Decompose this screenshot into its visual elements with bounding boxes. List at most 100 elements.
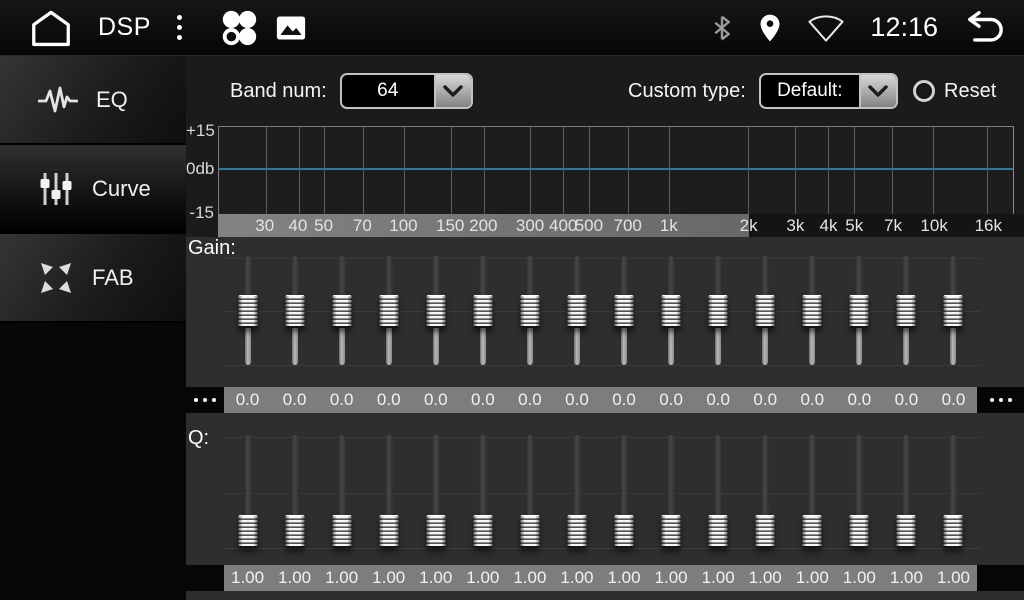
slider-thumb[interactable] <box>615 515 634 548</box>
gain-slider[interactable] <box>836 258 883 365</box>
waveform-icon <box>38 84 78 116</box>
q-slider[interactable] <box>553 437 600 548</box>
y-axis-label: +15 <box>186 121 214 141</box>
freq-tick-label: 150 <box>436 214 464 237</box>
freq-tick-label: 30 <box>255 214 274 237</box>
gain-slider[interactable] <box>412 258 459 365</box>
q-slider[interactable] <box>789 437 836 548</box>
gain-slider[interactable] <box>318 258 365 365</box>
gain-slider[interactable] <box>695 258 742 365</box>
slider-thumb[interactable] <box>332 515 351 548</box>
slider-thumb[interactable] <box>944 295 963 328</box>
slider-thumb[interactable] <box>615 295 634 328</box>
slider-thumb[interactable] <box>426 295 445 328</box>
q-slider[interactable] <box>930 437 977 548</box>
slider-thumb[interactable] <box>238 515 257 548</box>
more-ellipsis-icon[interactable] <box>977 387 1024 413</box>
y-axis-label: 0db <box>186 159 214 179</box>
q-value-cell: 1.00 <box>742 565 789 591</box>
slider-thumb[interactable] <box>238 295 257 328</box>
q-slider[interactable] <box>883 437 930 548</box>
band-num-dropdown[interactable]: 64 <box>340 73 473 109</box>
q-value-cell: 1.00 <box>836 565 883 591</box>
slider-thumb[interactable] <box>379 295 398 328</box>
back-return-icon[interactable] <box>962 11 1008 45</box>
slider-thumb[interactable] <box>473 515 492 548</box>
slider-thumb[interactable] <box>379 515 398 548</box>
q-slider[interactable] <box>648 437 695 548</box>
sidebar-item-fab[interactable]: FAB <box>0 234 186 323</box>
slider-thumb[interactable] <box>803 295 822 328</box>
sidebar-item-eq[interactable]: EQ <box>0 56 186 145</box>
q-slider[interactable] <box>601 437 648 548</box>
q-value-strip: 1.001.001.001.001.001.001.001.001.001.00… <box>186 565 1024 591</box>
chevron-down-icon[interactable] <box>859 75 896 107</box>
gain-slider[interactable] <box>789 258 836 365</box>
gain-slider[interactable] <box>742 258 789 365</box>
q-slider[interactable] <box>224 437 271 548</box>
status-bar: DSP <box>0 0 1024 56</box>
q-slider[interactable] <box>836 437 883 548</box>
slider-thumb[interactable] <box>803 515 822 548</box>
chevron-down-icon[interactable] <box>434 75 471 107</box>
gain-value-cell: 0.0 <box>836 387 883 413</box>
gain-slider[interactable] <box>601 258 648 365</box>
q-slider[interactable] <box>271 437 318 548</box>
q-slider[interactable] <box>506 437 553 548</box>
slider-thumb[interactable] <box>756 515 775 548</box>
slider-thumb[interactable] <box>473 295 492 328</box>
freq-gridline <box>854 127 855 214</box>
q-slider[interactable] <box>742 437 789 548</box>
slider-thumb[interactable] <box>897 515 916 548</box>
gain-value-cell: 0.0 <box>506 387 553 413</box>
gain-slider[interactable] <box>883 258 930 365</box>
slider-thumb[interactable] <box>285 515 304 548</box>
slider-thumb[interactable] <box>332 295 351 328</box>
q-slider[interactable] <box>459 437 506 548</box>
gallery-icon[interactable] <box>276 15 306 41</box>
gain-slider[interactable] <box>553 258 600 365</box>
slider-thumb[interactable] <box>285 295 304 328</box>
home-icon[interactable] <box>28 8 74 48</box>
slider-thumb[interactable] <box>709 295 728 328</box>
freq-tick-label: 300 <box>516 214 544 237</box>
gain-slider[interactable] <box>224 258 271 365</box>
gain-slider[interactable] <box>506 258 553 365</box>
gain-slider[interactable] <box>271 258 318 365</box>
eq-plot[interactable] <box>218 126 1014 214</box>
slider-thumb[interactable] <box>567 295 586 328</box>
slider-thumb[interactable] <box>426 515 445 548</box>
slider-thumb[interactable] <box>756 295 775 328</box>
q-slider[interactable] <box>365 437 412 548</box>
slider-thumb[interactable] <box>520 515 539 548</box>
freq-axis: 304050701001502003004005007001k2k3k4k5k7… <box>218 214 1024 237</box>
q-slider[interactable] <box>412 437 459 548</box>
slider-thumb[interactable] <box>662 515 681 548</box>
custom-type-dropdown[interactable]: Default: <box>759 73 898 109</box>
sidebar-item-curve[interactable]: Curve <box>0 145 186 234</box>
gain-value-cell: 0.0 <box>224 387 271 413</box>
gain-slider[interactable] <box>365 258 412 365</box>
band-num-label: Band num: <box>230 80 327 103</box>
slider-thumb[interactable] <box>850 295 869 328</box>
slider-thumb[interactable] <box>662 295 681 328</box>
q-value-cell: 1.00 <box>412 565 459 591</box>
q-value-cell: 1.00 <box>506 565 553 591</box>
slider-thumb[interactable] <box>520 295 539 328</box>
slider-thumb[interactable] <box>944 515 963 548</box>
q-slider[interactable] <box>318 437 365 548</box>
freq-tick-label: 500 <box>575 214 603 237</box>
slider-thumb[interactable] <box>897 295 916 328</box>
q-slider[interactable] <box>695 437 742 548</box>
gain-slider[interactable] <box>648 258 695 365</box>
slider-thumb[interactable] <box>567 515 586 548</box>
slider-thumb[interactable] <box>850 515 869 548</box>
reset-radio[interactable] <box>913 80 935 102</box>
slider-thumb[interactable] <box>709 515 728 548</box>
gain-slider[interactable] <box>459 258 506 365</box>
gain-slider[interactable] <box>930 258 977 365</box>
more-ellipsis-icon[interactable] <box>186 387 224 413</box>
clover-apps-icon[interactable] <box>218 7 260 49</box>
gain-value-cell: 0.0 <box>789 387 836 413</box>
overflow-menu-icon[interactable] <box>177 15 182 40</box>
